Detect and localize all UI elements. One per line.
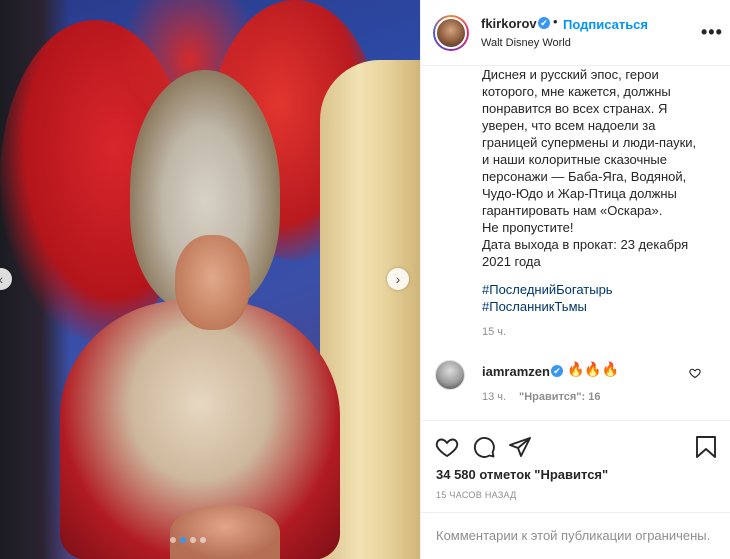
header-separator: •: [553, 14, 558, 29]
instagram-post-modal: ‹ › fkirkorov ✔ • Подписаться Walt Disne…: [0, 0, 730, 559]
caption-line: гарантировать нам «Оскара».: [482, 203, 663, 218]
post-location[interactable]: Walt Disney World: [481, 37, 571, 49]
hashtags: #ПоследнийБогатырь #ПосланникТьмы: [482, 281, 613, 315]
bookmark-icon[interactable]: [695, 435, 721, 461]
carousel-dot-active: [180, 537, 186, 543]
comments-restricted-notice: Комментарии к этой публикации ограничены…: [436, 528, 711, 543]
caption-line: границей супермены и люди-пауки,: [482, 135, 697, 150]
comment-time: 13 ч.: [482, 391, 507, 403]
commenter-verified-icon: ✔: [551, 365, 563, 377]
caption-line: 2021 года: [482, 254, 541, 269]
caption-line: Чудо-Юдо и Жар-Птица должны: [482, 186, 677, 201]
post-photo[interactable]: ‹ ›: [0, 0, 420, 559]
posted-time: 15 ЧАСОВ НАЗАД: [436, 490, 517, 500]
commenter-avatar[interactable]: [435, 360, 465, 390]
caption-line: уверен, что всем надоели за: [482, 118, 656, 133]
carousel-dots: [170, 537, 206, 543]
carousel-dot: [190, 537, 196, 543]
author-username[interactable]: fkirkorov: [481, 16, 537, 31]
comment-icon[interactable]: [472, 435, 498, 461]
more-options-icon[interactable]: •••: [701, 22, 723, 43]
caption-line: понравится во всех странах. Я: [482, 101, 668, 116]
share-icon[interactable]: [508, 435, 534, 461]
author-avatar[interactable]: [433, 15, 469, 51]
caption-line: и наши колоритные сказочные: [482, 152, 667, 167]
caption-line: Дата выхода в прокат: 23 декабря: [482, 237, 689, 252]
comment-text: 🔥🔥🔥: [567, 361, 620, 377]
caption-line: которого, мне кажется, должны: [482, 84, 671, 99]
likes-count[interactable]: 34 580 отметок "Нравится": [436, 467, 608, 482]
post-caption: Диснея и русский эпос, герои которого, м…: [482, 66, 727, 270]
hand: [170, 505, 280, 559]
verified-badge-icon: ✔: [538, 17, 550, 29]
caption-line: персонажи — Баба-Яга, Водяной,: [482, 169, 687, 184]
post-actions-bar: [421, 420, 730, 464]
caption-line: Диснея и русский эпос, герои: [482, 67, 659, 82]
carousel-next-button[interactable]: ›: [387, 268, 409, 290]
heart-icon[interactable]: [435, 435, 461, 461]
commenter-username[interactable]: iamramzen: [482, 364, 550, 379]
post-header: fkirkorov ✔ • Подписаться Walt Disney Wo…: [421, 0, 730, 66]
post-side-panel: fkirkorov ✔ • Подписаться Walt Disney Wo…: [420, 0, 730, 559]
carousel-dot: [170, 537, 176, 543]
caption-time: 15 ч.: [482, 326, 507, 338]
comment-like-heart-icon[interactable]: [689, 367, 701, 382]
hashtag-link[interactable]: #ПосланникТьмы: [482, 298, 613, 315]
follow-button[interactable]: Подписаться: [563, 17, 648, 32]
face: [175, 235, 250, 330]
caption-line: Не пропустите!: [482, 220, 574, 235]
carousel-dot: [200, 537, 206, 543]
comment-likes-button[interactable]: "Нравится": 16: [519, 391, 600, 403]
hashtag-link[interactable]: #ПоследнийБогатырь: [482, 281, 613, 298]
